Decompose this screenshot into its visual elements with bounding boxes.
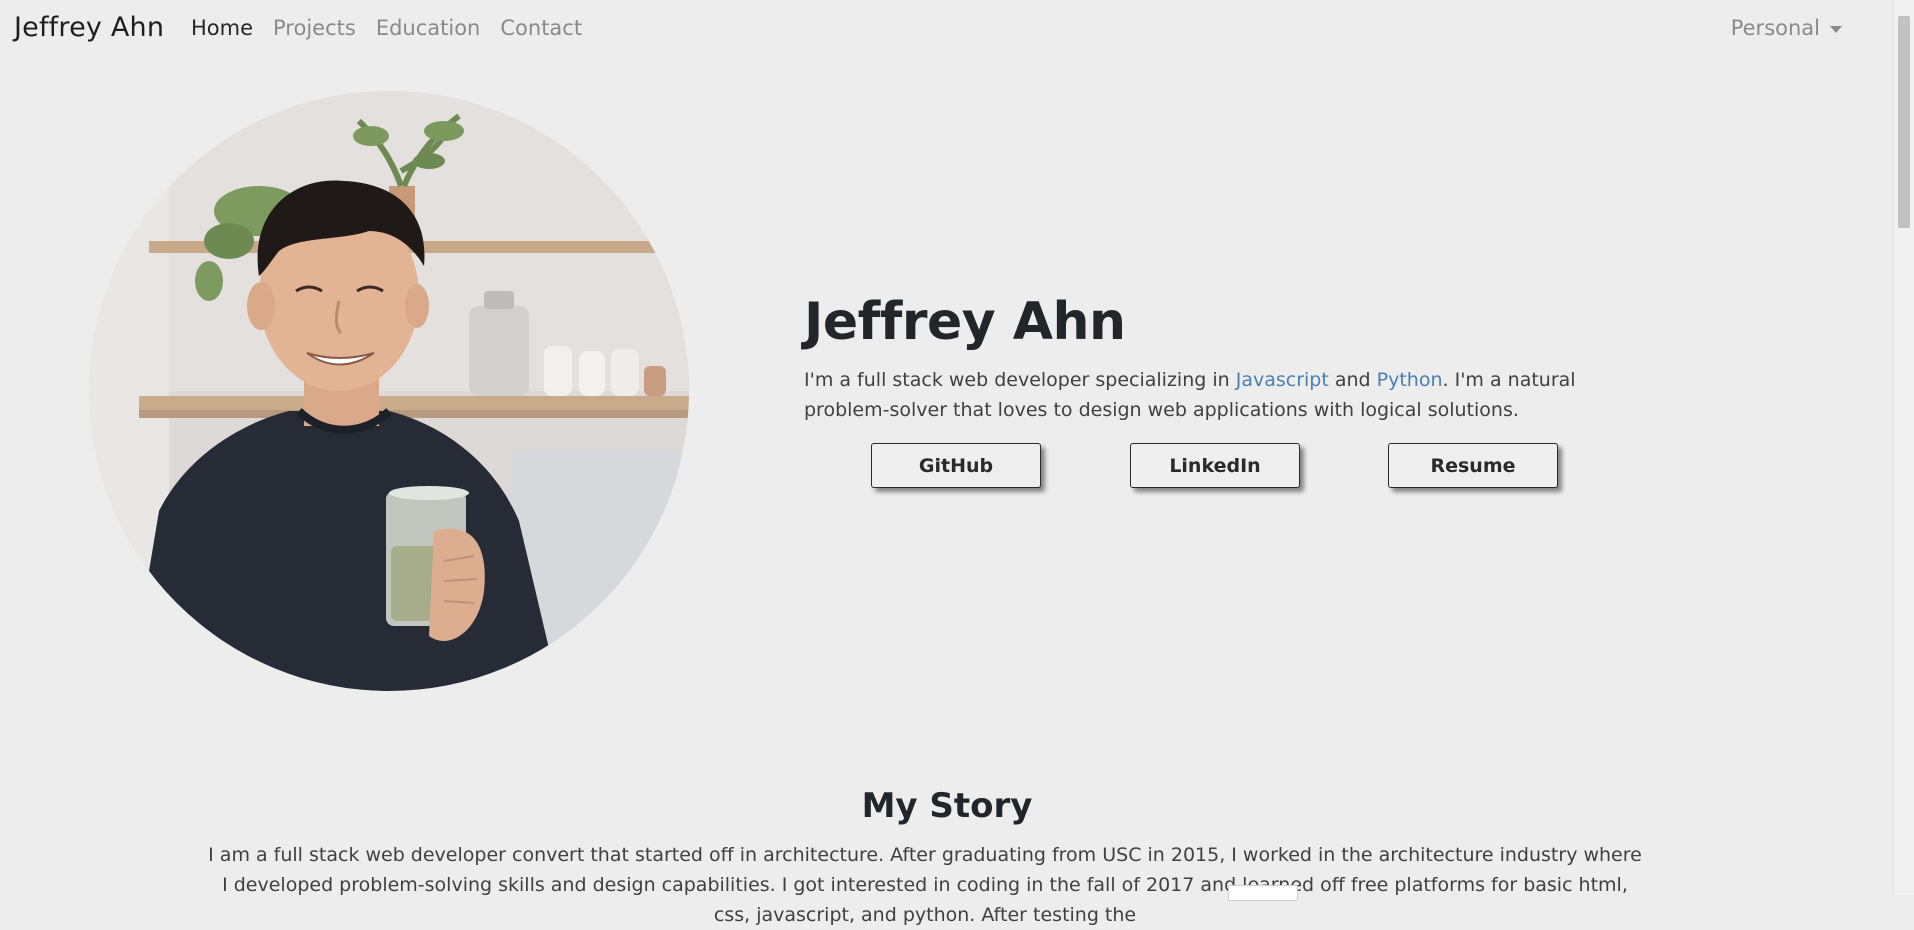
github-button[interactable]: GitHub [871,443,1041,488]
scrollbar-thumb[interactable] [1898,16,1910,228]
story-title: My Story [861,786,1033,826]
dropdown-label: Personal [1730,16,1820,40]
resume-button[interactable]: Resume [1388,443,1558,488]
caret-down-icon [1830,25,1842,33]
profile-photo [89,91,689,691]
linkedin-button[interactable]: LinkedIn [1130,443,1300,488]
tooltip-popup [1228,885,1298,901]
hero-bio: I'm a full stack web developer specializ… [804,365,1584,425]
bio-highlight-javascript: Javascript [1235,369,1329,391]
nav-link-home[interactable]: Home [191,16,253,40]
hero-name: Jeffrey Ahn [804,292,1126,352]
navbar: Jeffrey Ahn Home Projects Education Cont… [0,0,1894,58]
nav-link-contact[interactable]: Contact [500,16,582,40]
page-scrollbar[interactable] [1893,0,1914,895]
nav-link-education[interactable]: Education [376,16,481,40]
nav-link-projects[interactable]: Projects [273,16,356,40]
brand-logo[interactable]: Jeffrey Ahn [14,12,164,43]
bio-highlight-python: Python [1376,369,1443,391]
nav-links: Home Projects Education Contact [191,16,582,40]
bio-text-mid: and [1328,369,1377,391]
profile-photo-illustration [89,91,689,691]
story-text: I am a full stack web developer convert … [208,844,1642,926]
personal-dropdown[interactable]: Personal [1731,16,1842,40]
bio-text-prefix: I'm a full stack web developer specializ… [804,369,1236,391]
